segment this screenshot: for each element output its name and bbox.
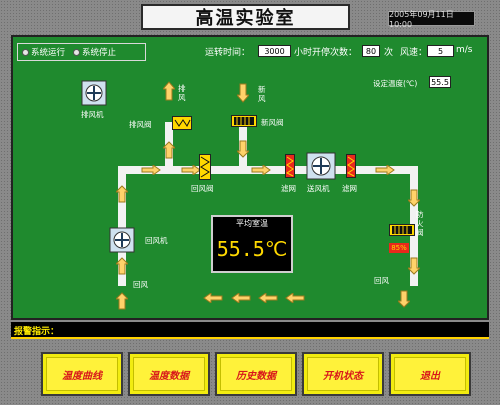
avg-temp-value: 55.5℃: [216, 237, 288, 261]
runtime-field[interactable]: 3000: [258, 45, 291, 57]
filter-1-label: 滤网: [281, 184, 296, 193]
down-arrow-icon: [408, 189, 420, 207]
filter-icon[interactable]: [346, 154, 356, 178]
setpoint-field[interactable]: 55.5: [429, 76, 451, 88]
left-arrow-icon: [203, 293, 223, 303]
temp-curve-button[interactable]: 温度曲线: [41, 352, 123, 396]
runtime-label: 运转时间：: [205, 48, 251, 58]
right-arrow-icon: [375, 165, 395, 175]
up-arrow-icon: [116, 257, 128, 275]
fire-damper-icon[interactable]: [389, 224, 415, 236]
supply-fan-label: 送风机: [307, 184, 330, 193]
up-arrow-icon: [163, 81, 175, 101]
return-valve-label: 回风阀: [191, 184, 214, 193]
cycles-field[interactable]: 80: [362, 45, 380, 57]
speed-label: 风速：: [400, 48, 428, 58]
filter-icon[interactable]: [285, 154, 295, 178]
down-arrow-icon: [237, 140, 249, 158]
anti-fire-label: 防 火 阀: [416, 210, 424, 237]
datetime-display: 2005年09月11日10:00: [388, 10, 475, 29]
speed-unit: m/s: [456, 45, 473, 55]
status-running-radio[interactable]: 系统运行: [22, 46, 65, 58]
temp-data-button[interactable]: 温度数据: [128, 352, 210, 396]
exhaust-valve-icon[interactable]: [172, 116, 192, 130]
return-fan-label: 回风机: [145, 236, 168, 245]
avg-temp-display: 平均室温 55.5℃: [211, 215, 293, 273]
page-title: 高温实验室: [141, 4, 350, 30]
history-data-button[interactable]: 历史数据: [215, 352, 297, 396]
fresh-valve-icon[interactable]: [231, 115, 257, 127]
supply-fan-icon[interactable]: [306, 152, 336, 180]
machine-status-button[interactable]: 开机状态: [302, 352, 384, 396]
right-arrow-icon: [251, 165, 271, 175]
exhaust-fan-label: 排风机: [81, 110, 104, 119]
return-fan-icon[interactable]: [109, 227, 135, 253]
setpoint-label: 设定温度(℃): [373, 79, 418, 88]
fire-damper-percent: 85%: [389, 243, 409, 253]
cycles-label: 小时开停次数：: [294, 48, 358, 58]
exit-button[interactable]: 退出: [389, 352, 471, 396]
fresh-air-label: 新 风: [258, 85, 266, 103]
down-arrow-icon: [398, 290, 410, 308]
left-arrow-icon: [285, 293, 305, 303]
left-arrow-icon: [258, 293, 278, 303]
down-arrow-icon: [237, 83, 249, 103]
down-arrow-icon: [408, 257, 420, 275]
exhaust-valve-label: 排风阀: [129, 120, 152, 129]
left-arrow-icon: [231, 293, 251, 303]
exhaust-air-label: 排 风: [178, 84, 186, 102]
filter-2-label: 滤网: [342, 184, 357, 193]
fresh-valve-label: 新风阀: [261, 118, 284, 127]
radio-dot-icon: [73, 48, 81, 56]
radio-dot-icon: [22, 48, 29, 56]
exhaust-fan-icon[interactable]: [81, 80, 107, 106]
up-arrow-icon: [116, 185, 128, 203]
alarm-divider: [11, 337, 489, 339]
alarm-label: 报警指示：: [14, 327, 60, 337]
cycles-unit: 次: [384, 48, 394, 58]
return-air-label: 回风: [133, 280, 148, 289]
process-panel: 系统运行 系统停止 运转时间： 3000 小时开停次数： 80 次 风速： 5 …: [11, 35, 489, 320]
up-arrow-icon: [163, 141, 175, 159]
alarm-bar: 报警指示：: [11, 322, 489, 339]
return-valve-icon[interactable]: [199, 154, 211, 180]
right-arrow-icon: [141, 165, 161, 175]
right-arrow-icon: [181, 165, 201, 175]
avg-temp-title: 平均室温: [236, 219, 268, 228]
system-status-group: 系统运行 系统停止: [17, 43, 146, 61]
up-arrow-icon: [116, 292, 128, 310]
outlet-label: 回风: [374, 276, 389, 285]
speed-field[interactable]: 5: [427, 45, 454, 57]
status-stopped-radio[interactable]: 系统停止: [73, 46, 116, 58]
